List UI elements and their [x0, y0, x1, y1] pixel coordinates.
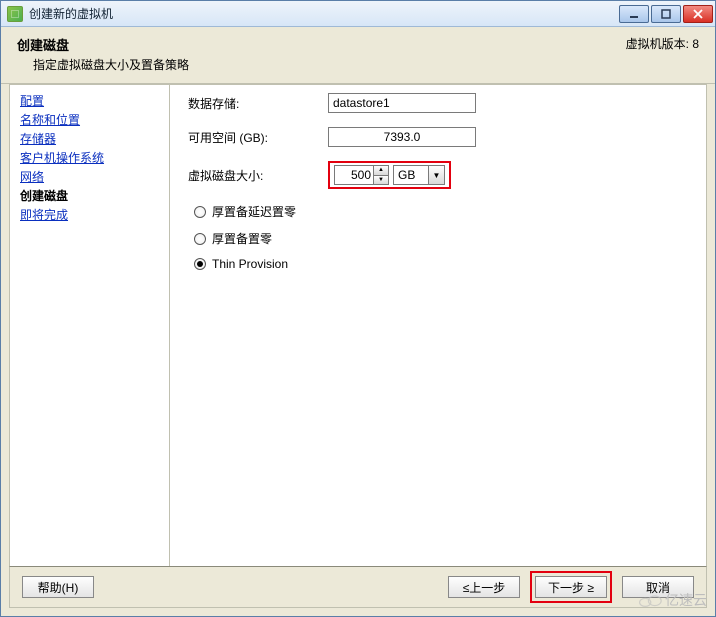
sidebar-item-name-location[interactable]: 名称和位置: [20, 110, 169, 129]
help-button[interactable]: 帮助(H): [22, 576, 94, 598]
sidebar-item-configuration[interactable]: 配置: [20, 91, 169, 110]
provision-option-label: Thin Provision: [212, 257, 288, 271]
wizard-header: 创建磁盘 指定虚拟磁盘大小及置备策略 虚拟机版本: 8: [1, 27, 715, 84]
titlebar: 创建新的虚拟机: [1, 1, 715, 27]
radio-icon: [194, 206, 206, 218]
wizard-window: 创建新的虚拟机 创建磁盘 指定虚拟磁盘大小及置备策略 虚拟机版本: 8 配置 名…: [0, 0, 716, 617]
disk-size-up-icon[interactable]: ▲: [374, 166, 388, 176]
provision-option-thick-eager[interactable]: 厚置备置零: [194, 230, 688, 247]
next-button[interactable]: 下一步 ≥: [535, 576, 607, 598]
disk-size-unit-combo[interactable]: GB ▼: [393, 165, 445, 185]
disk-size-unit-value: GB: [394, 166, 428, 184]
sidebar-item-network[interactable]: 网络: [20, 167, 169, 186]
page-subtitle: 指定虚拟磁盘大小及置备策略: [33, 56, 189, 73]
sidebar-item-storage[interactable]: 存储器: [20, 129, 169, 148]
app-icon: [7, 6, 23, 22]
provision-option-label: 厚置备延迟置零: [212, 203, 296, 220]
window-title: 创建新的虚拟机: [29, 5, 619, 22]
minimize-button[interactable]: [619, 5, 649, 23]
provision-option-label: 厚置备置零: [212, 230, 272, 247]
wizard-body: 配置 名称和位置 存储器 客户机操作系统 网络 创建磁盘 即将完成 数据存储: …: [9, 84, 707, 566]
datastore-label: 数据存储:: [188, 95, 328, 112]
free-space-value: 7393.0: [328, 127, 476, 147]
sidebar-item-create-disk: 创建磁盘: [20, 186, 169, 205]
disk-size-highlight: ▲ ▼ GB ▼: [328, 161, 451, 189]
back-button[interactable]: ≤上一步: [448, 576, 520, 598]
wizard-footer: 帮助(H) ≤上一步 下一步 ≥ 取消: [9, 566, 707, 608]
provision-option-thick-lazy[interactable]: 厚置备延迟置零: [194, 203, 688, 220]
wizard-steps-sidebar: 配置 名称和位置 存储器 客户机操作系统 网络 创建磁盘 即将完成: [10, 85, 170, 566]
maximize-button[interactable]: [651, 5, 681, 23]
close-button[interactable]: [683, 5, 713, 23]
chevron-down-icon[interactable]: ▼: [428, 166, 444, 184]
free-space-label: 可用空间 (GB):: [188, 129, 328, 146]
datastore-field[interactable]: [328, 93, 476, 113]
page-title: 创建磁盘: [17, 35, 189, 54]
wizard-content: 数据存储: 可用空间 (GB): 7393.0 虚拟磁盘大小: ▲ ▼: [170, 85, 706, 566]
disk-size-down-icon[interactable]: ▼: [374, 176, 388, 185]
disk-size-input[interactable]: [335, 166, 373, 184]
sidebar-item-guest-os[interactable]: 客户机操作系统: [20, 148, 169, 167]
next-button-highlight: 下一步 ≥: [530, 571, 612, 603]
cancel-button[interactable]: 取消: [622, 576, 694, 598]
window-buttons: [619, 5, 713, 23]
disk-size-label: 虚拟磁盘大小:: [188, 167, 328, 184]
provision-option-thin[interactable]: Thin Provision: [194, 257, 688, 271]
disk-size-spinner[interactable]: ▲ ▼: [334, 165, 389, 185]
radio-icon: [194, 233, 206, 245]
vm-version-label: 虚拟机版本: 8: [626, 35, 699, 52]
sidebar-item-ready-complete[interactable]: 即将完成: [20, 205, 169, 224]
radio-icon: [194, 258, 206, 270]
